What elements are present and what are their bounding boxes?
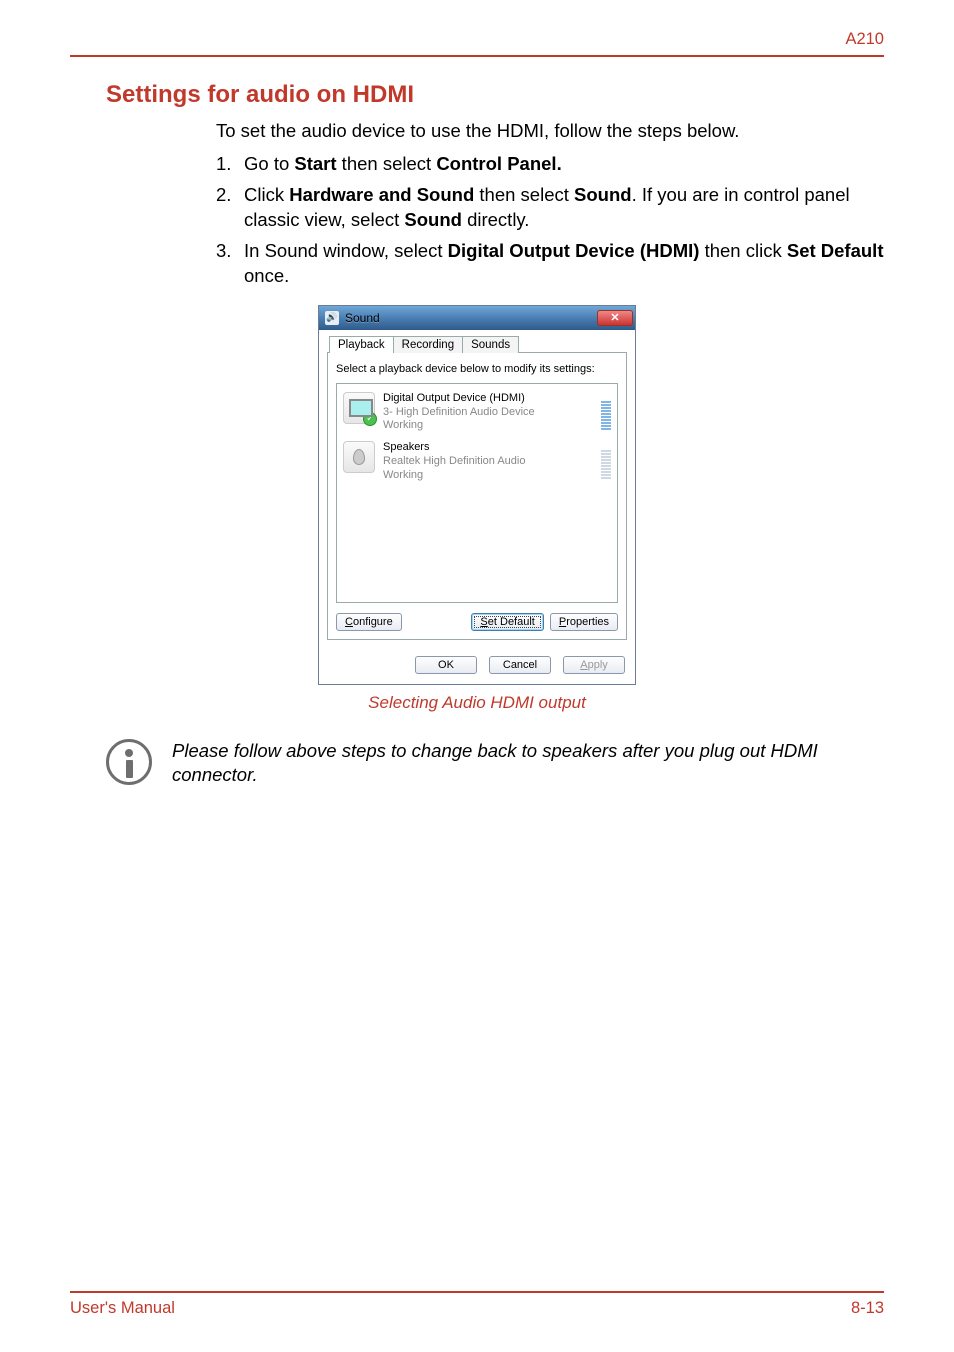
monitor-icon: ✓ — [343, 392, 375, 424]
tab-recording[interactable]: Recording — [393, 336, 463, 353]
level-meter-icon — [601, 441, 611, 479]
t: Go to — [244, 153, 294, 174]
dialog-buttons: OK Cancel Apply — [319, 648, 635, 684]
properties-button[interactable]: Properties — [550, 613, 618, 631]
instruction-text: Select a playback device below to modify… — [336, 363, 618, 375]
device-text: Digital Output Device (HDMI) 3- High Def… — [383, 392, 535, 433]
header-rule — [70, 55, 884, 57]
tab-playback[interactable]: Playback — [329, 336, 394, 353]
note-block: Please follow above steps to change back… — [106, 739, 884, 787]
t: Click — [244, 184, 289, 205]
t: Set Default — [787, 240, 884, 261]
device-driver: 3- High Definition Audio Device — [383, 406, 535, 420]
level-meter-icon — [601, 392, 611, 430]
t: Digital Output Device (HDMI) — [448, 240, 700, 261]
step-number: 2. — [216, 183, 244, 233]
configure-button[interactable]: Configure — [336, 613, 402, 631]
t: then click — [699, 240, 786, 261]
t: then select — [474, 184, 574, 205]
device-buttons: Configure Set Default Properties — [336, 613, 618, 631]
device-status: Working — [383, 469, 525, 483]
device-hdmi[interactable]: ✓ Digital Output Device (HDMI) 3- High D… — [341, 388, 613, 437]
footer-rule — [70, 1291, 884, 1293]
device-text: Speakers Realtek High Definition Audio W… — [383, 441, 525, 482]
step-3: 3. In Sound window, select Digital Outpu… — [216, 239, 884, 289]
steps-list: 1. Go to Start then select Control Panel… — [216, 152, 884, 289]
device-list[interactable]: ✓ Digital Output Device (HDMI) 3- High D… — [336, 383, 618, 603]
tab-strip: Playback Recording Sounds — [329, 336, 627, 353]
t: In Sound window, select — [244, 240, 448, 261]
figure-caption: Selecting Audio HDMI output — [0, 693, 954, 713]
close-button[interactable]: ✕ — [597, 310, 633, 326]
set-default-button[interactable]: Set Default — [471, 613, 543, 631]
device-status: Working — [383, 419, 535, 433]
check-icon: ✓ — [363, 412, 377, 426]
tab-content: Select a playback device below to modify… — [327, 352, 627, 640]
t: Sound — [404, 209, 462, 230]
t: Sound — [574, 184, 632, 205]
ok-button[interactable]: OK — [415, 656, 477, 674]
window-title: Sound — [345, 311, 597, 325]
cancel-button[interactable]: Cancel — [489, 656, 551, 674]
tab-sounds[interactable]: Sounds — [462, 336, 519, 353]
speaker-icon — [343, 441, 375, 473]
step-number: 3. — [216, 239, 244, 289]
t: Hardware and Sound — [289, 184, 474, 205]
sound-dialog: 🔊 Sound ✕ Playback Recording Sounds Sele… — [318, 305, 636, 685]
step-number: 1. — [216, 152, 244, 177]
t: once. — [244, 265, 289, 286]
t: directly. — [462, 209, 530, 230]
t: Start — [294, 153, 336, 174]
section-intro: To set the audio device to use the HDMI,… — [216, 119, 884, 144]
footer-page-number: 8-13 — [851, 1299, 884, 1318]
page-footer: User's Manual 8-13 — [70, 1291, 884, 1318]
section-title: Settings for audio on HDMI — [106, 81, 954, 109]
device-speakers[interactable]: Speakers Realtek High Definition Audio W… — [341, 437, 613, 486]
step-body: Click Hardware and Sound then select Sou… — [244, 183, 884, 233]
step-body: Go to Start then select Control Panel. — [244, 152, 884, 177]
step-1: 1. Go to Start then select Control Panel… — [216, 152, 884, 177]
t: then select — [337, 153, 437, 174]
footer-manual: User's Manual — [70, 1299, 175, 1318]
step-2: 2. Click Hardware and Sound then select … — [216, 183, 884, 233]
apply-button[interactable]: Apply — [563, 656, 625, 674]
note-text: Please follow above steps to change back… — [172, 739, 884, 787]
info-icon — [106, 739, 152, 785]
t: Control Panel. — [436, 153, 561, 174]
step-body: In Sound window, select Digital Output D… — [244, 239, 884, 289]
device-name: Speakers — [383, 441, 525, 455]
device-name: Digital Output Device (HDMI) — [383, 392, 535, 406]
speaker-icon: 🔊 — [325, 311, 339, 325]
titlebar[interactable]: 🔊 Sound ✕ — [319, 306, 635, 330]
device-driver: Realtek High Definition Audio — [383, 455, 525, 469]
header-model: A210 — [0, 0, 954, 55]
